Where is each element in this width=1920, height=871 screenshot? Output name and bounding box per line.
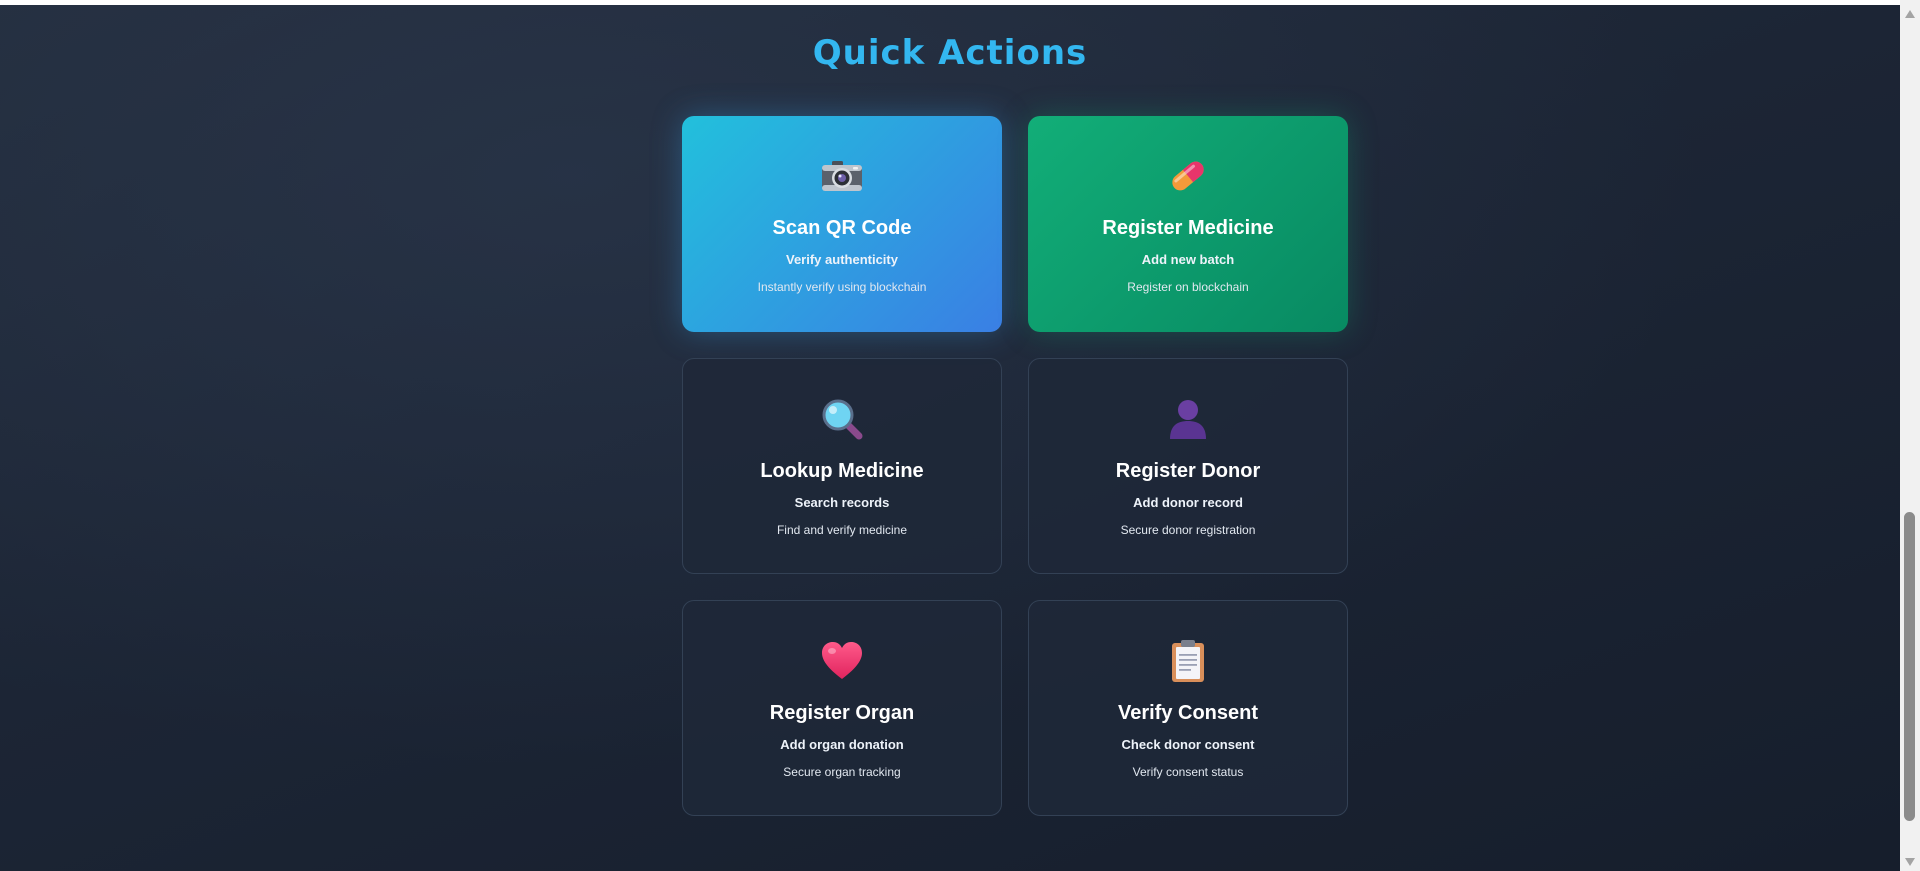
card-subtitle: Search records xyxy=(794,495,890,510)
lookup-medicine-card[interactable]: Lookup Medicine Search records Find and … xyxy=(682,358,1002,574)
card-subtitle: Check donor consent xyxy=(1121,737,1255,752)
scan-qr-code-card[interactable]: Scan QR Code Verify authenticity Instant… xyxy=(682,116,1002,332)
heart-icon xyxy=(683,639,1001,683)
card-description: Verify consent status xyxy=(1132,765,1244,779)
card-title: Register Organ xyxy=(769,702,915,724)
register-medicine-card[interactable]: Register Medicine Add new batch Register… xyxy=(1028,116,1348,332)
card-subtitle: Add organ donation xyxy=(780,737,904,752)
card-description: Register on blockchain xyxy=(1127,280,1249,294)
card-subtitle: Add new batch xyxy=(1141,252,1235,267)
card-title: Verify Consent xyxy=(1117,702,1259,724)
scrollbar-thumb[interactable] xyxy=(1904,512,1915,821)
card-title: Lookup Medicine xyxy=(760,460,924,482)
card-description: Secure donor registration xyxy=(1120,523,1256,537)
scroll-up-arrow-icon[interactable] xyxy=(1905,10,1915,18)
card-description: Find and verify medicine xyxy=(776,523,908,537)
card-subtitle: Verify authenticity xyxy=(786,252,898,267)
magnifier-icon xyxy=(683,397,1001,441)
card-description: Instantly verify using blockchain xyxy=(757,280,927,294)
person-icon xyxy=(1029,397,1347,441)
camera-icon xyxy=(682,154,1002,198)
top-edge xyxy=(0,0,1900,5)
vertical-scrollbar[interactable] xyxy=(1900,0,1920,871)
clipboard-icon xyxy=(1029,639,1347,683)
quick-actions-grid: Scan QR Code Verify authenticity Instant… xyxy=(682,116,1348,816)
section-title: Quick Actions xyxy=(812,33,1088,73)
register-organ-card[interactable]: Register Organ Add organ donation Secure… xyxy=(682,600,1002,816)
card-title: Register Medicine xyxy=(1102,217,1274,239)
card-description: Secure organ tracking xyxy=(783,765,901,779)
page-viewport: Quick Actions Scan QR Code Verify authen… xyxy=(0,0,1900,871)
card-title: Scan QR Code xyxy=(772,217,912,239)
scroll-down-arrow-icon[interactable] xyxy=(1905,858,1915,866)
verify-consent-card[interactable]: Verify Consent Check donor consent Verif… xyxy=(1028,600,1348,816)
pill-icon xyxy=(1028,154,1348,198)
register-donor-card[interactable]: Register Donor Add donor record Secure d… xyxy=(1028,358,1348,574)
card-subtitle: Add donor record xyxy=(1133,495,1243,510)
card-title: Register Donor xyxy=(1115,460,1261,482)
